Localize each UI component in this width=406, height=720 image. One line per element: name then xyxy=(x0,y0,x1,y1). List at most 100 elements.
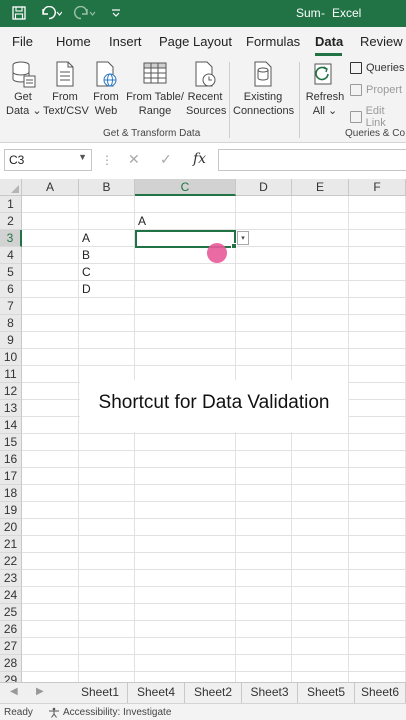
cell-f21[interactable] xyxy=(349,536,406,553)
from-text-csv-button[interactable]: From Text/CSV xyxy=(43,60,89,118)
row-header-11[interactable]: 11 xyxy=(0,366,22,383)
cell-f24[interactable] xyxy=(349,587,406,604)
cell-b5[interactable]: C xyxy=(79,264,135,281)
cell-b28[interactable] xyxy=(79,655,135,672)
scroll-right-icon[interactable]: ▶ xyxy=(36,686,44,697)
redo-icon[interactable] xyxy=(72,4,98,22)
cell-a21[interactable] xyxy=(22,536,79,553)
cell-e4[interactable] xyxy=(292,247,349,264)
cell-f12[interactable] xyxy=(349,383,406,400)
cell-f17[interactable] xyxy=(349,468,406,485)
cell-a11[interactable] xyxy=(22,366,79,383)
cell-b19[interactable] xyxy=(79,502,135,519)
cell-c17[interactable] xyxy=(135,468,236,485)
row-header-16[interactable]: 16 xyxy=(0,451,22,468)
save-icon[interactable] xyxy=(10,4,28,22)
row-header-25[interactable]: 25 xyxy=(0,604,22,621)
cell-f27[interactable] xyxy=(349,638,406,655)
row-header-10[interactable]: 10 xyxy=(0,349,22,366)
cell-a12[interactable] xyxy=(22,383,79,400)
row-header-5[interactable]: 5 xyxy=(0,264,22,281)
cell-b4[interactable]: B xyxy=(79,247,135,264)
cell-f13[interactable] xyxy=(349,400,406,417)
cell-d7[interactable] xyxy=(236,298,292,315)
cell-b1[interactable] xyxy=(79,196,135,213)
cell-f6[interactable] xyxy=(349,281,406,298)
cell-f4[interactable] xyxy=(349,247,406,264)
column-header-e[interactable]: E xyxy=(292,179,349,196)
cell-a14[interactable] xyxy=(22,417,79,434)
cell-c16[interactable] xyxy=(135,451,236,468)
cell-f28[interactable] xyxy=(349,655,406,672)
cell-b29[interactable] xyxy=(79,672,135,682)
cell-d15[interactable] xyxy=(236,434,292,451)
cell-d19[interactable] xyxy=(236,502,292,519)
cell-a9[interactable] xyxy=(22,332,79,349)
cell-f18[interactable] xyxy=(349,485,406,502)
cell-c7[interactable] xyxy=(135,298,236,315)
cell-b23[interactable] xyxy=(79,570,135,587)
row-header-4[interactable]: 4 xyxy=(0,247,22,264)
cell-b10[interactable] xyxy=(79,349,135,366)
accessibility-status[interactable]: Accessibility: Investigate xyxy=(63,707,171,718)
undo-icon[interactable] xyxy=(38,4,64,22)
row-header-24[interactable]: 24 xyxy=(0,587,22,604)
cell-d16[interactable] xyxy=(236,451,292,468)
cell-b17[interactable] xyxy=(79,468,135,485)
cell-e18[interactable] xyxy=(292,485,349,502)
cell-f9[interactable] xyxy=(349,332,406,349)
cell-a19[interactable] xyxy=(22,502,79,519)
cell-b24[interactable] xyxy=(79,587,135,604)
cell-c9[interactable] xyxy=(135,332,236,349)
cell-e24[interactable] xyxy=(292,587,349,604)
sheet-tab-sheet6[interactable]: Sheet6 xyxy=(355,683,406,703)
cell-a4[interactable] xyxy=(22,247,79,264)
row-header-1[interactable]: 1 xyxy=(0,196,22,213)
cell-e25[interactable] xyxy=(292,604,349,621)
cell-b9[interactable] xyxy=(79,332,135,349)
cell-d10[interactable] xyxy=(236,349,292,366)
cell-c5[interactable] xyxy=(135,264,236,281)
row-header-26[interactable]: 26 xyxy=(0,621,22,638)
cell-d21[interactable] xyxy=(236,536,292,553)
row-header-12[interactable]: 12 xyxy=(0,383,22,400)
row-header-17[interactable]: 17 xyxy=(0,468,22,485)
cell-f5[interactable] xyxy=(349,264,406,281)
cell-a27[interactable] xyxy=(22,638,79,655)
cell-c2[interactable]: A xyxy=(135,213,236,230)
column-header-f[interactable]: F xyxy=(349,179,406,196)
column-header-a[interactable]: A xyxy=(22,179,79,196)
cell-f25[interactable] xyxy=(349,604,406,621)
cell-b18[interactable] xyxy=(79,485,135,502)
cell-f8[interactable] xyxy=(349,315,406,332)
cell-a24[interactable] xyxy=(22,587,79,604)
cell-b3[interactable]: A xyxy=(79,230,135,247)
cell-b6[interactable]: D xyxy=(79,281,135,298)
row-header-8[interactable]: 8 xyxy=(0,315,22,332)
cell-a16[interactable] xyxy=(22,451,79,468)
cell-e2[interactable] xyxy=(292,213,349,230)
cell-b25[interactable] xyxy=(79,604,135,621)
cell-c6[interactable] xyxy=(135,281,236,298)
cell-e27[interactable] xyxy=(292,638,349,655)
cell-a6[interactable] xyxy=(22,281,79,298)
cell-f20[interactable] xyxy=(349,519,406,536)
enter-icon[interactable]: ✓ xyxy=(160,151,172,168)
existing-connections-button[interactable]: Existing Connections xyxy=(233,60,294,118)
row-header-7[interactable]: 7 xyxy=(0,298,22,315)
scroll-left-icon[interactable]: ◀ xyxy=(10,686,18,697)
tab-data[interactable]: Data xyxy=(315,34,343,49)
cell-a26[interactable] xyxy=(22,621,79,638)
cell-e26[interactable] xyxy=(292,621,349,638)
cell-d6[interactable] xyxy=(236,281,292,298)
cell-e17[interactable] xyxy=(292,468,349,485)
cell-e23[interactable] xyxy=(292,570,349,587)
cell-d22[interactable] xyxy=(236,553,292,570)
cell-b16[interactable] xyxy=(79,451,135,468)
cell-e9[interactable] xyxy=(292,332,349,349)
cell-e3[interactable] xyxy=(292,230,349,247)
row-header-14[interactable]: 14 xyxy=(0,417,22,434)
validation-dropdown-button[interactable]: ▾ xyxy=(237,231,249,245)
cell-d23[interactable] xyxy=(236,570,292,587)
cell-a23[interactable] xyxy=(22,570,79,587)
